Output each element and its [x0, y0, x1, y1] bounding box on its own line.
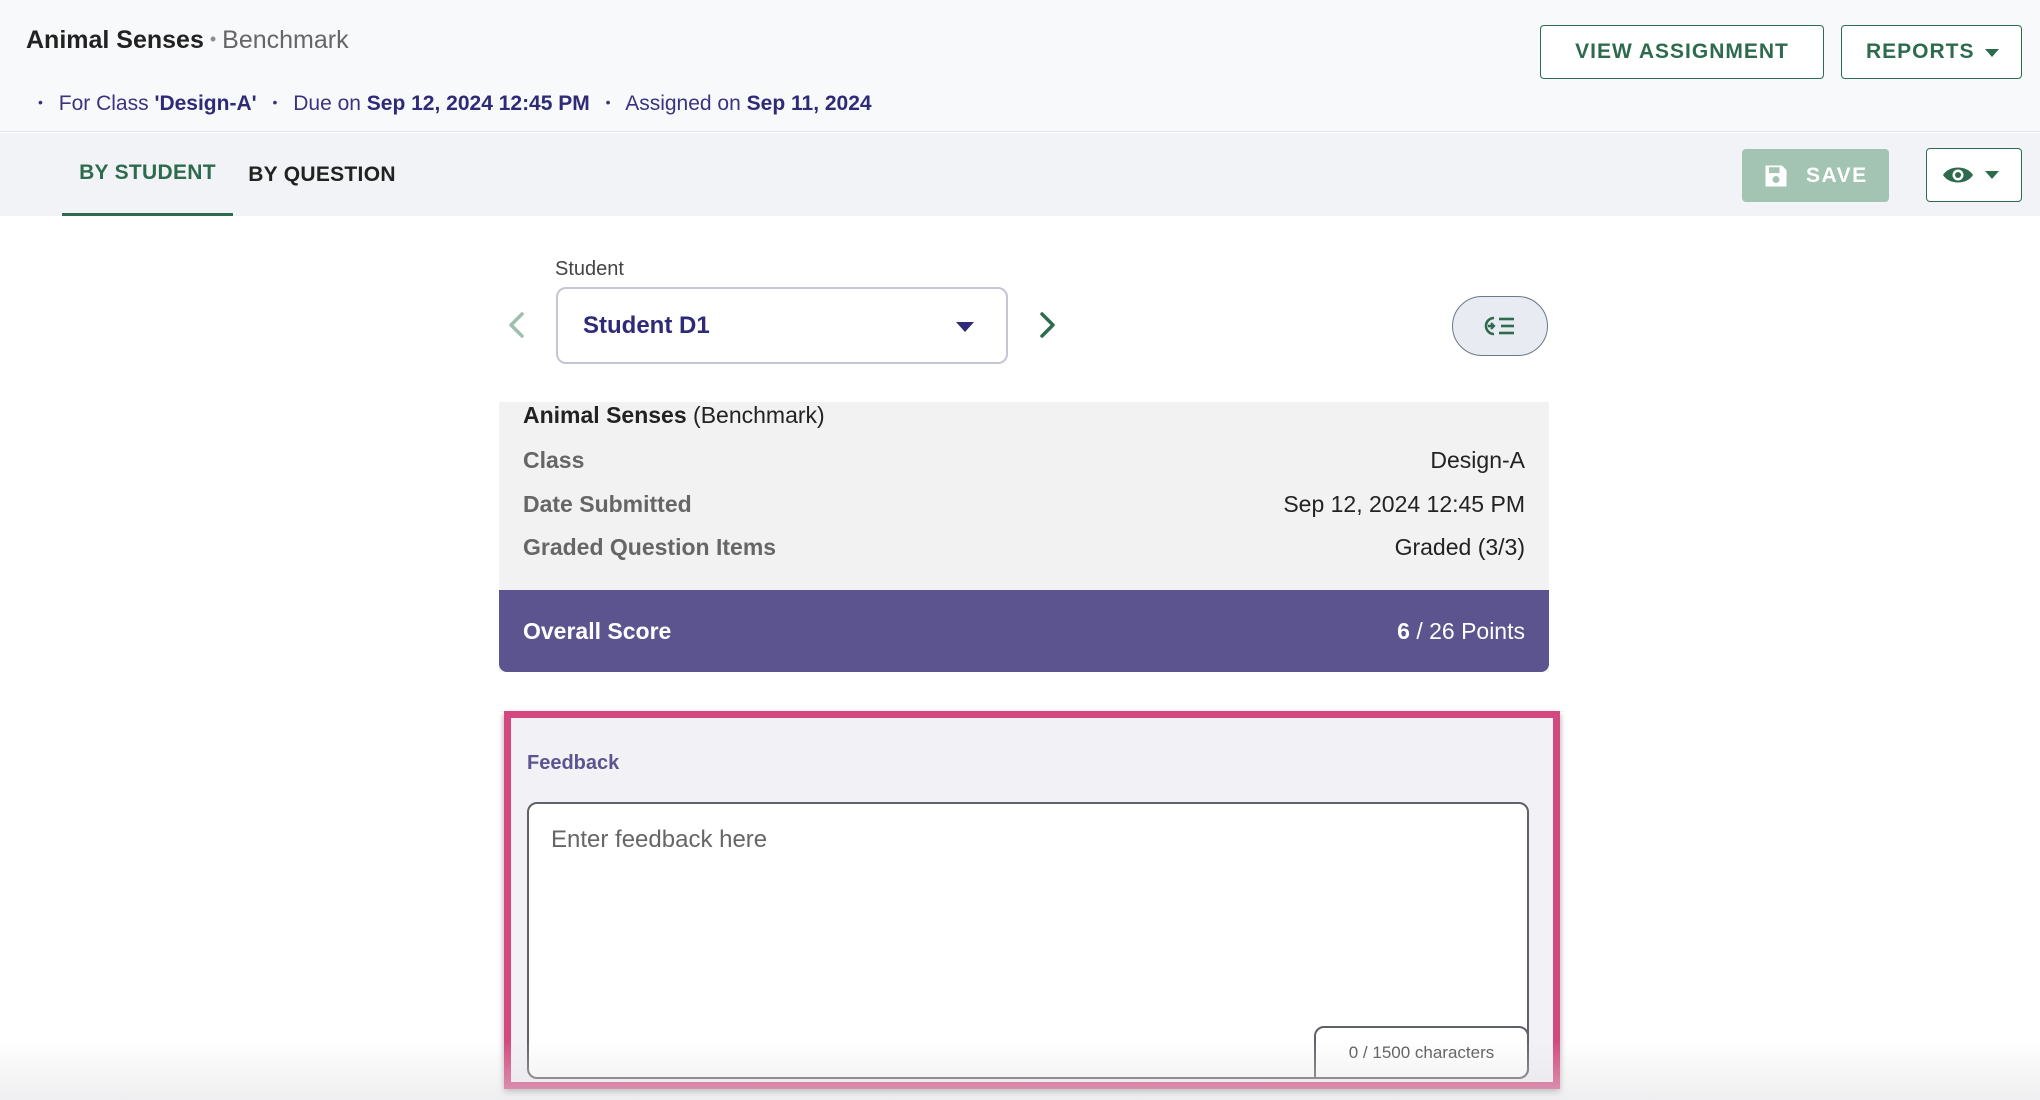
overall-score-label: Overall Score	[523, 617, 672, 644]
eye-icon	[1943, 167, 1973, 183]
view-options-button[interactable]	[1926, 148, 2022, 202]
summary-row-date-submitted: Date Submitted Sep 12, 2024 12:45 PM	[523, 491, 1525, 518]
bullet: •	[272, 94, 278, 110]
selected-student: Student D1	[583, 311, 710, 339]
summary-key: Class	[523, 447, 585, 473]
assigned-date: Sep 11, 2024	[746, 92, 872, 115]
reports-dropdown-button[interactable]: REPORTS	[1841, 25, 2022, 79]
chevron-down-icon	[1985, 171, 1999, 179]
assignment-header: Animal Senses • Benchmark • For Class 'Des…	[0, 0, 2040, 132]
feedback-section: Feedback 0 / 1500 characters	[504, 711, 1560, 1089]
feedback-label: Feedback	[527, 752, 620, 774]
student-label: Student	[555, 258, 624, 280]
chevron-right-icon[interactable]	[1036, 310, 1060, 340]
bullet: •	[38, 94, 43, 110]
list-toggle-icon	[1484, 316, 1514, 336]
summary-row-class: Class Design-A	[523, 447, 1525, 474]
summary-row-graded-items: Graded Question Items Graded (3/3)	[523, 534, 1525, 561]
summary-value: Graded (3/3)	[1394, 534, 1525, 560]
due-prefix: Due on	[293, 92, 361, 115]
bullet: •	[605, 94, 611, 110]
assignment-name: Animal Senses	[26, 26, 204, 54]
tab-by-student[interactable]: BY STUDENT	[62, 133, 233, 216]
assignment-meta: • For Class 'Design-A' • Due on Sep 12, …	[38, 92, 872, 116]
summary-value: Design-A	[1430, 447, 1525, 473]
chevron-left-icon[interactable]	[504, 310, 528, 340]
tab-by-question[interactable]: BY QUESTION	[246, 133, 398, 216]
assignment-title: Animal Senses • Benchmark	[26, 26, 349, 55]
summary-key: Date Submitted	[523, 491, 692, 517]
chevron-down-icon	[1985, 49, 1999, 57]
overall-score-value: 6 / 26 Points	[1397, 618, 1525, 645]
feedback-box: 0 / 1500 characters	[527, 802, 1529, 1079]
assigned-prefix: Assigned on	[625, 92, 741, 115]
grading-tab-bar: BY STUDENT BY QUESTION	[0, 133, 2040, 216]
view-assignment-button[interactable]: VIEW ASSIGNMENT	[1540, 25, 1824, 79]
floppy-disk-icon	[1765, 165, 1787, 186]
reports-label: REPORTS	[1866, 40, 1975, 63]
summary-assignment-type: (Benchmark)	[693, 402, 825, 428]
class-name: 'Design-A'	[154, 92, 257, 115]
score-earned: 6	[1397, 617, 1410, 644]
student-select[interactable]: Student D1	[556, 287, 1008, 364]
due-date: Sep 12, 2024 12:45 PM	[366, 92, 590, 115]
character-counter: 0 / 1500 characters	[1314, 1026, 1529, 1079]
title-separator: •	[209, 29, 217, 49]
class-prefix: For Class	[58, 92, 149, 115]
summary-title: Animal Senses (Benchmark)	[523, 402, 825, 429]
overall-score-bar: Overall Score 6 / 26 Points	[499, 590, 1549, 672]
chevron-down-icon	[956, 322, 974, 332]
question-list-toggle-button[interactable]	[1452, 296, 1548, 356]
submission-summary-card: Animal Senses (Benchmark) Class Design-A…	[499, 402, 1549, 672]
summary-assignment-name: Animal Senses	[523, 402, 687, 428]
score-total: / 26 Points	[1416, 617, 1525, 644]
save-button[interactable]: SAVE	[1742, 149, 1889, 202]
assignment-type: Benchmark	[222, 26, 349, 54]
summary-value: Sep 12, 2024 12:45 PM	[1283, 491, 1525, 517]
save-label: SAVE	[1806, 163, 1868, 187]
summary-key: Graded Question Items	[523, 534, 777, 560]
